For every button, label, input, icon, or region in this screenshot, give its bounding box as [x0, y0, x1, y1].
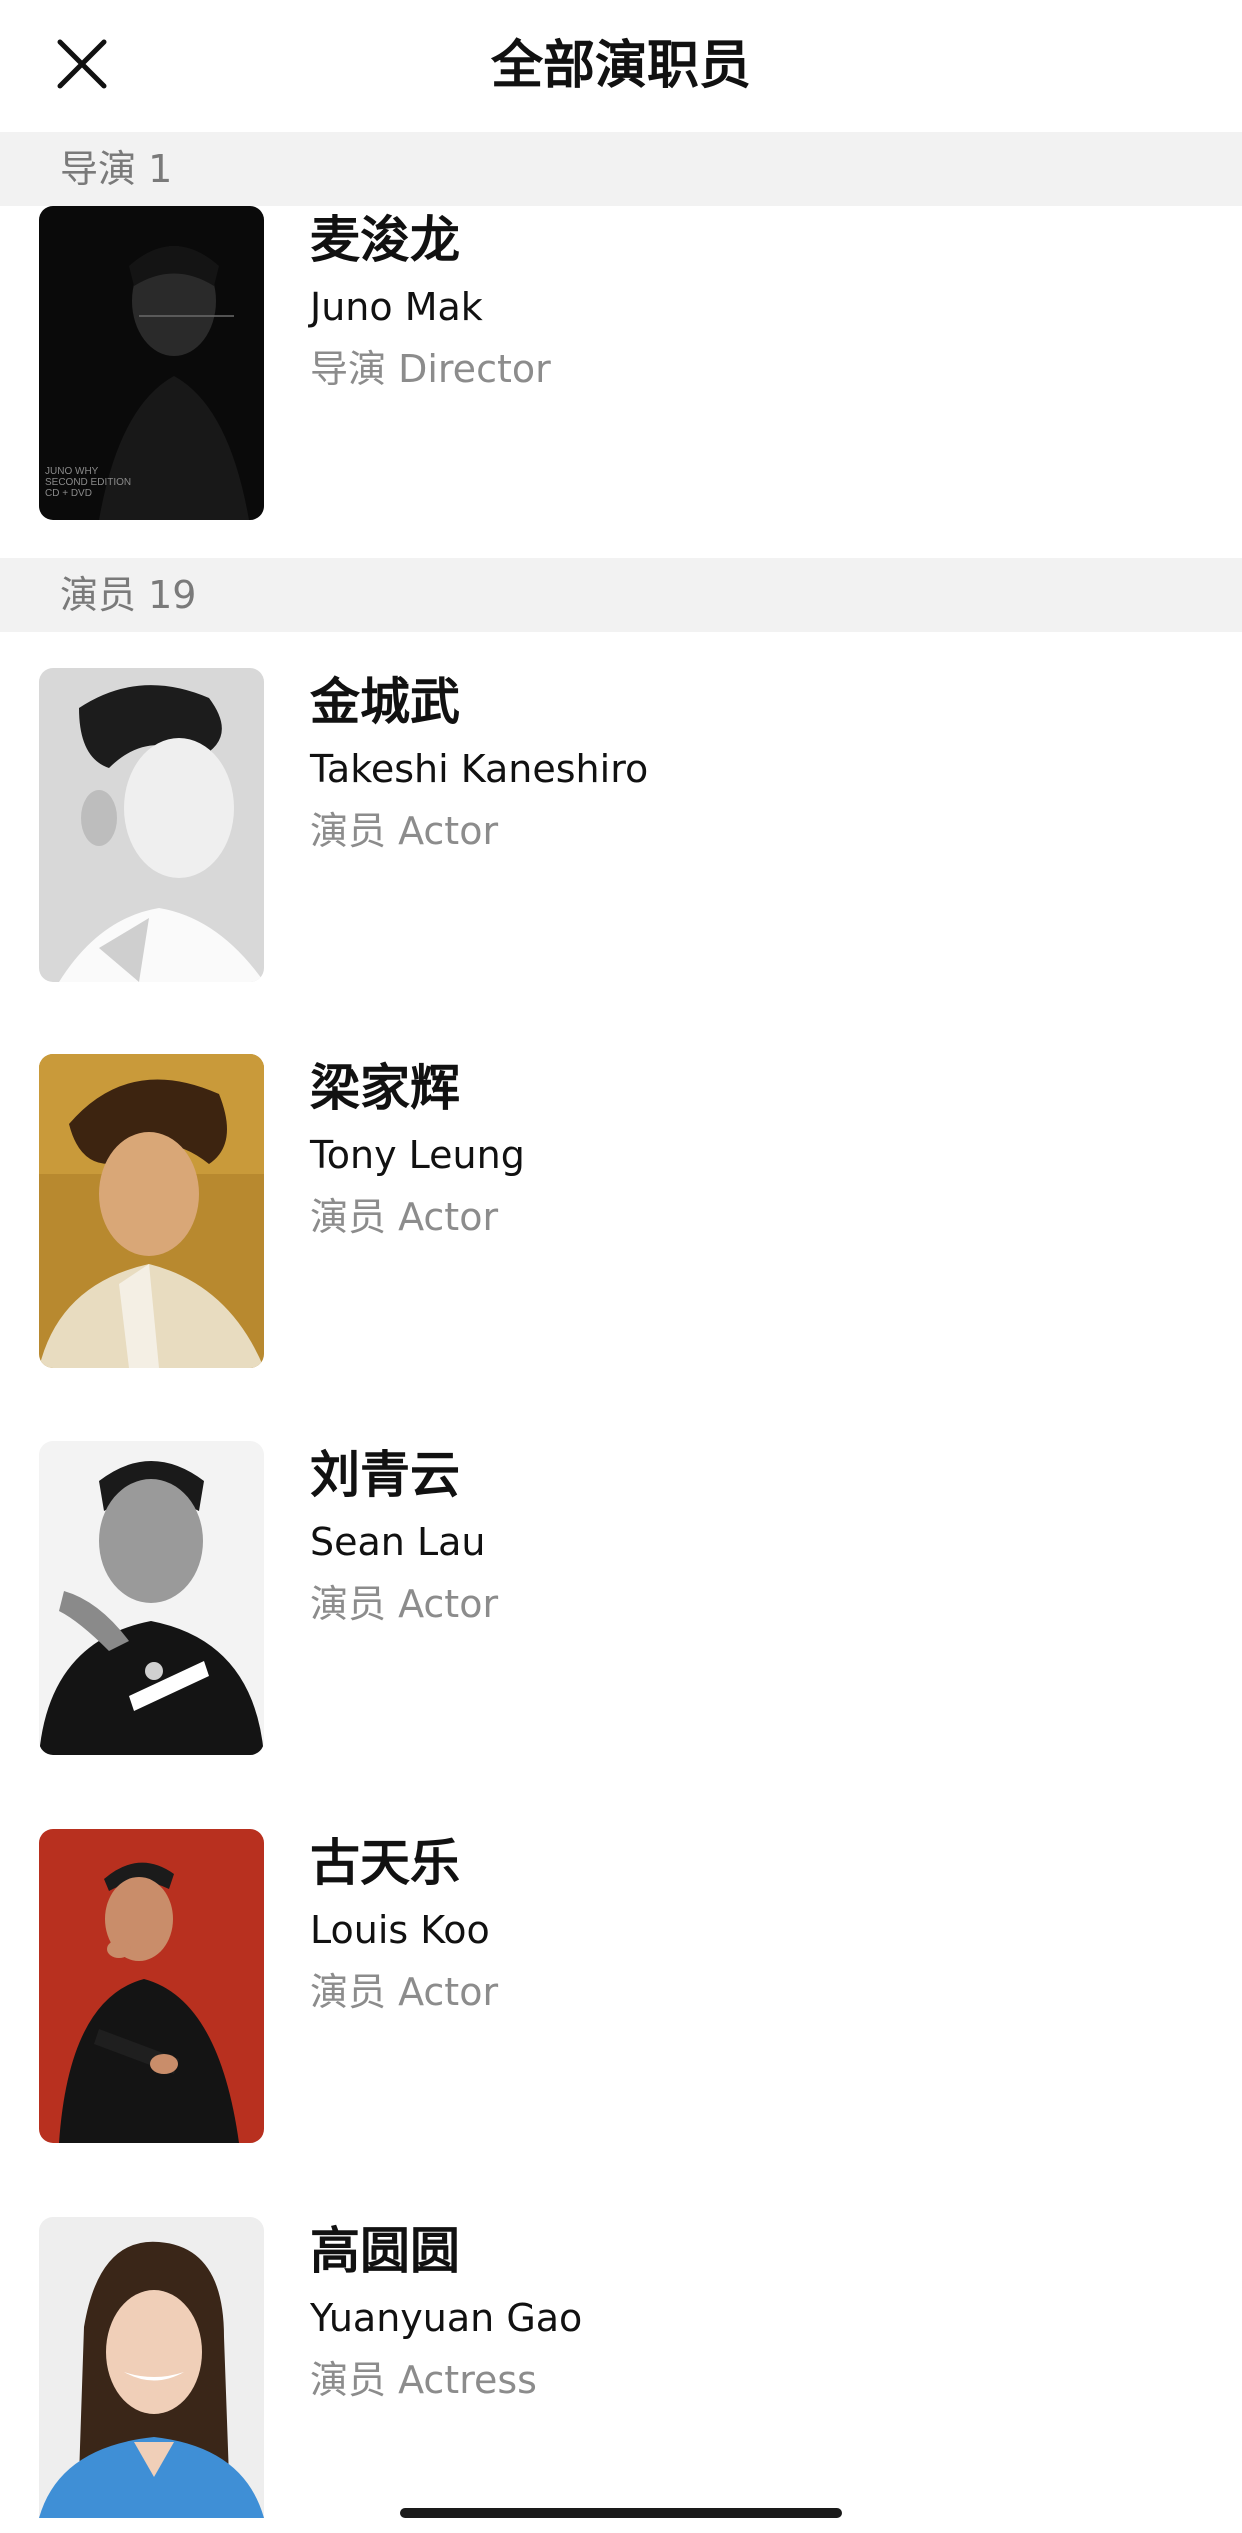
person-role: 演员 Actor	[310, 1970, 499, 2014]
cast-item[interactable]: 梁家辉 Tony Leung 演员 Actor	[0, 1054, 1242, 1370]
person-photo	[39, 2217, 264, 2518]
cast-item[interactable]: 刘青云 Sean Lau 演员 Actor	[0, 1441, 1242, 1757]
person-name-en: Tony Leung	[310, 1133, 525, 1177]
person-name-en: Takeshi Kaneshiro	[310, 747, 649, 791]
person-name-cn: 古天乐	[310, 1834, 460, 1892]
person-photo: JUNO WHY SECOND EDITION CD + DVD	[39, 206, 264, 520]
person-name-en: Louis Koo	[310, 1908, 490, 1952]
person-name-en: Juno Mak	[310, 285, 483, 329]
person-name-cn: 高圆圆	[310, 2222, 460, 2280]
section-header-director: 导演 1	[0, 132, 1242, 206]
section-header-actors: 演员 19	[0, 558, 1242, 632]
person-role: 演员 Actor	[310, 1195, 499, 1239]
section-label: 演员 19	[60, 573, 197, 617]
home-indicator	[400, 2508, 842, 2518]
person-photo	[39, 1054, 264, 1368]
page-title: 全部演职员	[490, 36, 751, 96]
person-role: 演员 Actor	[310, 1582, 499, 1626]
person-name-cn: 金城武	[310, 673, 460, 731]
person-photo	[39, 668, 264, 982]
cast-item[interactable]: 高圆圆 Yuanyuan Gao 演员 Actress	[0, 2217, 1242, 2533]
person-name-cn: 梁家辉	[310, 1059, 460, 1117]
cast-item[interactable]: JUNO WHY SECOND EDITION CD + DVD 麦浚龙 Jun…	[0, 206, 1242, 522]
person-role: 导演 Director	[310, 347, 551, 391]
section-label: 导演 1	[60, 147, 173, 191]
person-role: 演员 Actress	[310, 2358, 537, 2402]
cast-item[interactable]: 金城武 Takeshi Kaneshiro 演员 Actor	[0, 668, 1242, 984]
person-name-en: Sean Lau	[310, 1520, 486, 1564]
person-name-en: Yuanyuan Gao	[310, 2296, 583, 2340]
cast-item[interactable]: 古天乐 Louis Koo 演员 Actor	[0, 1829, 1242, 2145]
person-photo	[39, 1441, 264, 1755]
person-name-cn: 麦浚龙	[310, 211, 460, 269]
person-role: 演员 Actor	[310, 809, 499, 853]
person-name-cn: 刘青云	[310, 1446, 460, 1504]
top-bar: 全部演职员	[0, 0, 1242, 132]
person-photo	[39, 1829, 264, 2143]
